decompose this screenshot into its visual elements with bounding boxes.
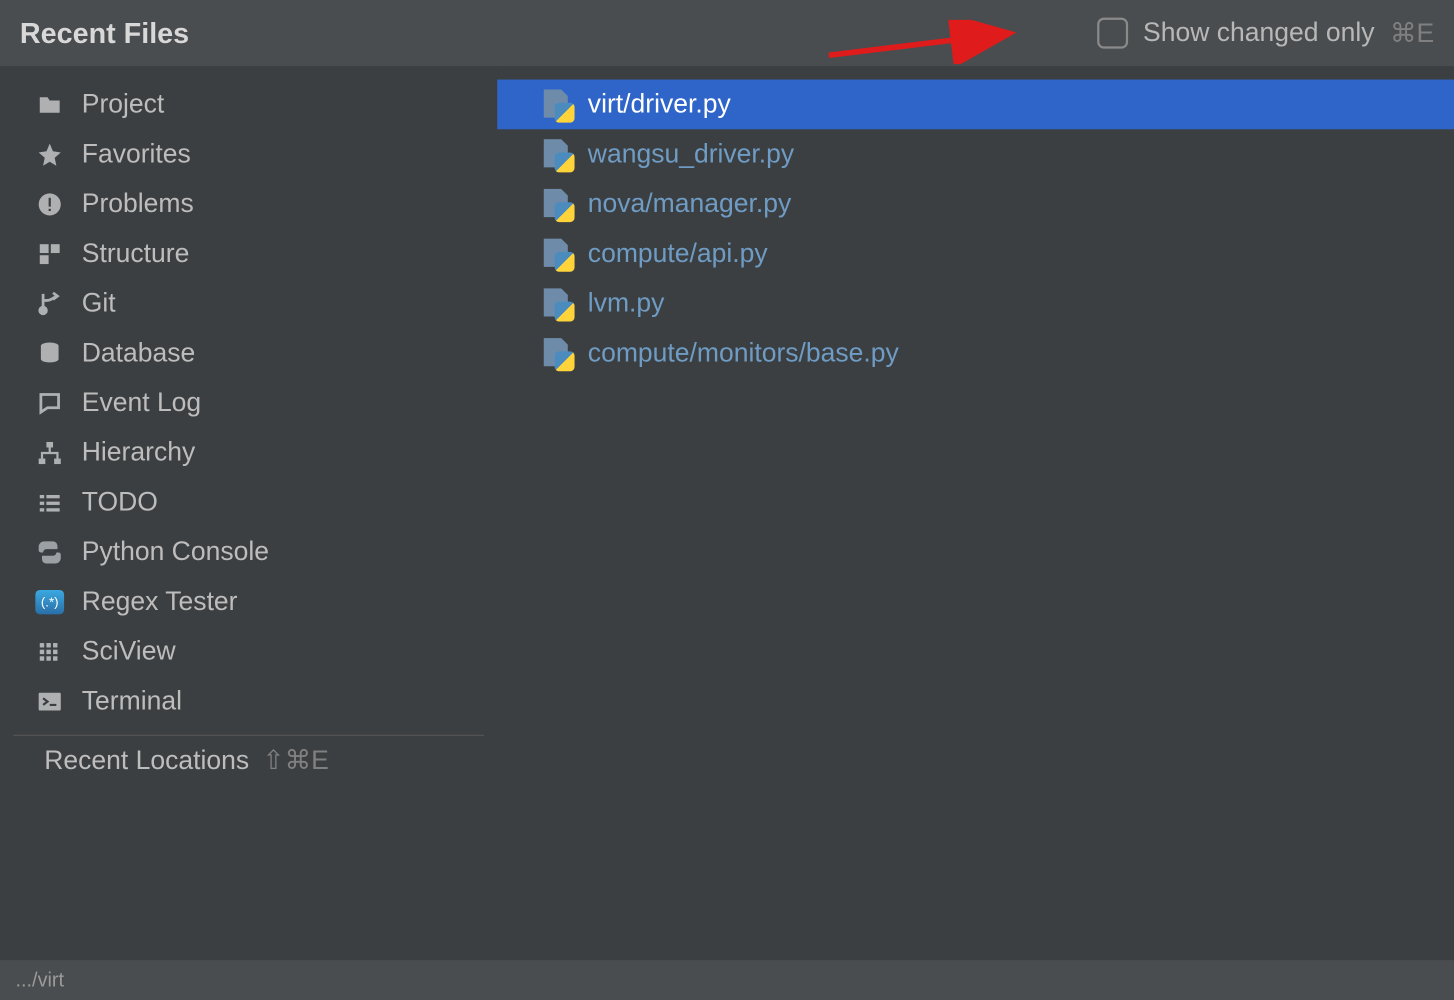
sidebar-item-regex-tester[interactable]: (.*) Regex Tester xyxy=(0,577,497,627)
sidebar-item-label: Hierarchy xyxy=(82,437,195,468)
python-file-icon xyxy=(541,139,572,170)
branch-icon xyxy=(35,289,64,318)
warning-icon xyxy=(35,189,64,218)
structure-icon xyxy=(35,239,64,268)
sidebar-item-todo[interactable]: TODO xyxy=(0,477,497,527)
tool-window-list: Project Favorites Problems Structure Git Data… xyxy=(0,66,497,960)
file-name: wangsu_driver.py xyxy=(588,139,794,170)
chat-icon xyxy=(35,388,64,417)
file-item[interactable]: compute/api.py xyxy=(497,229,1454,279)
sidebar-item-label: Terminal xyxy=(82,686,182,717)
file-item[interactable]: lvm.py xyxy=(497,278,1454,328)
sidebar-item-label: TODO xyxy=(82,487,158,518)
python-file-icon xyxy=(541,288,572,319)
python-file-icon xyxy=(541,188,572,219)
show-changed-only-toggle[interactable]: Show changed only ⌘E xyxy=(1097,17,1435,49)
python-file-icon xyxy=(541,238,572,269)
sidebar-item-label: Favorites xyxy=(82,139,191,170)
star-icon xyxy=(35,140,64,169)
sidebar-item-label: Regex Tester xyxy=(82,586,238,617)
header: Recent Files Show changed only ⌘E xyxy=(0,0,1454,66)
sidebar-item-structure[interactable]: Structure xyxy=(0,229,497,279)
file-name: nova/manager.py xyxy=(588,188,791,219)
body-area: Project Favorites Problems Structure Git Data… xyxy=(0,66,1454,960)
checkbox-icon[interactable] xyxy=(1097,18,1128,49)
hierarchy-icon xyxy=(35,438,64,467)
status-bar: .../virt xyxy=(0,960,1454,1000)
database-icon xyxy=(35,339,64,368)
sidebar-item-label: Git xyxy=(82,288,116,319)
folder-icon xyxy=(35,90,64,119)
file-name: compute/api.py xyxy=(588,238,768,269)
python-icon xyxy=(35,538,64,567)
sidebar-item-label: Database xyxy=(82,338,196,369)
file-name: virt/driver.py xyxy=(588,89,731,120)
file-item[interactable]: nova/manager.py xyxy=(497,179,1454,229)
recent-files-list: virt/driver.py wangsu_driver.py nova/manag… xyxy=(497,66,1454,960)
sidebar-item-event-log[interactable]: Event Log xyxy=(0,378,497,428)
popup-title: Recent Files xyxy=(20,16,189,50)
file-item[interactable]: virt/driver.py xyxy=(497,80,1454,130)
show-changed-label: Show changed only xyxy=(1143,18,1374,49)
regex-icon: (.*) xyxy=(35,589,64,613)
recent-locations-shortcut: ⇧⌘E xyxy=(262,745,328,777)
shortcut-label: ⌘E xyxy=(1390,17,1434,49)
python-file-icon xyxy=(541,89,572,120)
python-file-icon xyxy=(541,338,572,369)
recent-locations-link[interactable]: Recent Locations ⇧⌘E xyxy=(13,735,484,786)
list-icon xyxy=(35,488,64,517)
sidebar-item-label: Event Log xyxy=(82,387,201,418)
file-item[interactable]: compute/monitors/base.py xyxy=(497,328,1454,378)
grid-icon xyxy=(35,637,64,666)
sidebar-item-label: Problems xyxy=(82,188,194,219)
sidebar-item-project[interactable]: Project xyxy=(0,80,497,130)
file-name: lvm.py xyxy=(588,288,665,319)
sidebar-item-hierarchy[interactable]: Hierarchy xyxy=(0,428,497,478)
sidebar-item-label: SciView xyxy=(82,636,176,667)
sidebar-item-favorites[interactable]: Favorites xyxy=(0,129,497,179)
sidebar-item-label: Python Console xyxy=(82,536,269,567)
terminal-icon xyxy=(35,687,64,716)
sidebar-item-terminal[interactable]: Terminal xyxy=(0,676,497,726)
file-name: compute/monitors/base.py xyxy=(588,338,899,369)
sidebar-item-label: Project xyxy=(82,89,165,120)
sidebar-item-git[interactable]: Git xyxy=(0,278,497,328)
status-path: .../virt xyxy=(15,968,64,991)
sidebar-item-label: Structure xyxy=(82,238,190,269)
recent-locations-label: Recent Locations xyxy=(44,745,249,776)
sidebar-item-sciview[interactable]: SciView xyxy=(0,626,497,676)
sidebar-item-database[interactable]: Database xyxy=(0,328,497,378)
sidebar-item-python-console[interactable]: Python Console xyxy=(0,527,497,577)
sidebar-item-problems[interactable]: Problems xyxy=(0,179,497,229)
file-item[interactable]: wangsu_driver.py xyxy=(497,129,1454,179)
